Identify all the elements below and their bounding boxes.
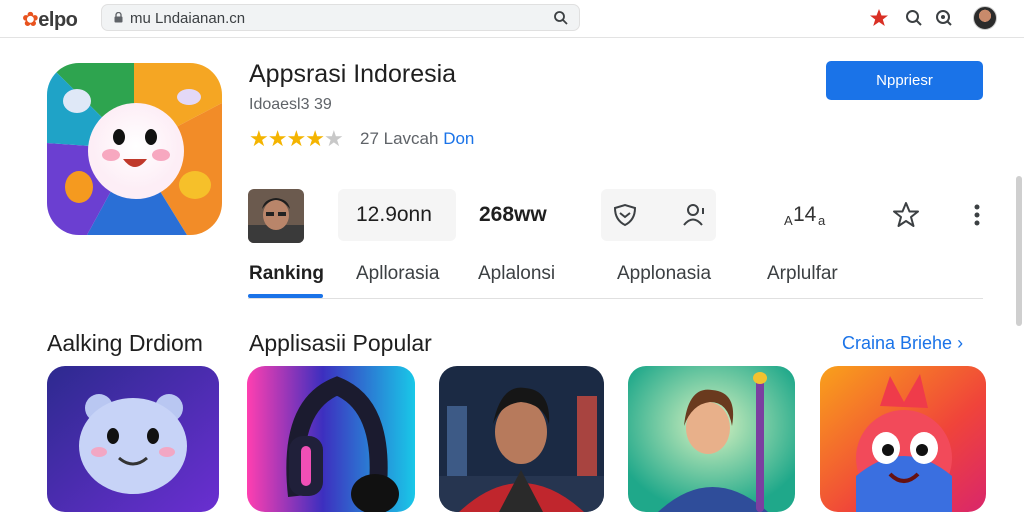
tab-ranking[interactable]: Ranking bbox=[249, 263, 324, 285]
popular-section-title: Applisasii Popular bbox=[249, 330, 432, 356]
see-more-label: Craina Briehe bbox=[842, 333, 953, 353]
app-card-adventurer[interactable] bbox=[628, 366, 795, 512]
more-vert-icon[interactable] bbox=[963, 200, 991, 230]
app-icon bbox=[47, 63, 222, 235]
install-button[interactable]: Nppriesr bbox=[826, 61, 983, 100]
star-outline-icon[interactable] bbox=[891, 200, 921, 230]
url-text: mu Lndaianan.cn bbox=[130, 10, 246, 27]
tab-applonasia[interactable]: Applonasia bbox=[617, 263, 711, 285]
tab-arplulfar[interactable]: Arplulfar bbox=[767, 263, 838, 285]
rating-stars: ★★★★★ bbox=[249, 126, 344, 152]
user-avatar[interactable] bbox=[973, 6, 997, 30]
zoom-icon[interactable] bbox=[904, 8, 924, 28]
stat-age-suffix: a bbox=[818, 213, 826, 228]
stat-size: 12.9onn bbox=[356, 203, 432, 226]
see-more-link[interactable]: Craina Briehe › bbox=[842, 333, 963, 354]
address-bar[interactable]: mu Lndaianan.cn bbox=[101, 4, 580, 31]
chevron-right-icon: › bbox=[957, 333, 964, 353]
settings-icon[interactable] bbox=[934, 8, 954, 28]
search-icon[interactable] bbox=[553, 10, 569, 26]
person-add-icon[interactable] bbox=[680, 200, 710, 230]
browser-toolbar: ✿elpo mu Lndaianan.cn bbox=[0, 0, 1024, 38]
reviews-summary: 27 Lavcah Don bbox=[360, 129, 474, 149]
shield-icon[interactable] bbox=[610, 200, 640, 230]
tab-divider bbox=[248, 298, 983, 299]
stat-age-prefix: A bbox=[784, 213, 793, 228]
app-card-person[interactable] bbox=[439, 366, 604, 512]
star-filled-icon: ★ bbox=[267, 126, 288, 151]
reviews-link[interactable]: Don bbox=[443, 129, 474, 148]
star-filled-icon: ★ bbox=[249, 126, 269, 151]
scrollbar[interactable] bbox=[1016, 176, 1022, 326]
developer-avatar[interactable] bbox=[248, 189, 304, 243]
stat-age: 14 bbox=[793, 203, 817, 226]
star-empty-icon: ★ bbox=[323, 126, 344, 151]
reviews-count: 27 Lavcah bbox=[360, 129, 439, 148]
star-filled-icon: ★ bbox=[305, 126, 325, 151]
app-title: Appsrasi Indoresia bbox=[249, 60, 457, 88]
tab-apllorasia[interactable]: Apllorasia bbox=[356, 263, 439, 285]
star-filled-icon: ★ bbox=[286, 126, 306, 151]
lock-icon bbox=[114, 12, 123, 23]
logo-mark-icon: ✿ bbox=[22, 9, 39, 31]
app-card-bear[interactable] bbox=[47, 366, 219, 512]
app-card-monster[interactable] bbox=[820, 366, 986, 512]
ranking-section-title: Aalking Drdiom bbox=[47, 330, 203, 356]
logo-text: elpo bbox=[38, 9, 78, 31]
stat-downloads: 268ww bbox=[479, 203, 547, 226]
site-logo[interactable]: ✿elpo bbox=[22, 7, 78, 32]
app-developer: Idoaesl3 39 bbox=[249, 96, 332, 113]
star-icon[interactable] bbox=[869, 8, 889, 28]
tab-aplalonsi[interactable]: Aplalonsi bbox=[478, 263, 555, 285]
app-card-headphones[interactable] bbox=[247, 366, 415, 512]
